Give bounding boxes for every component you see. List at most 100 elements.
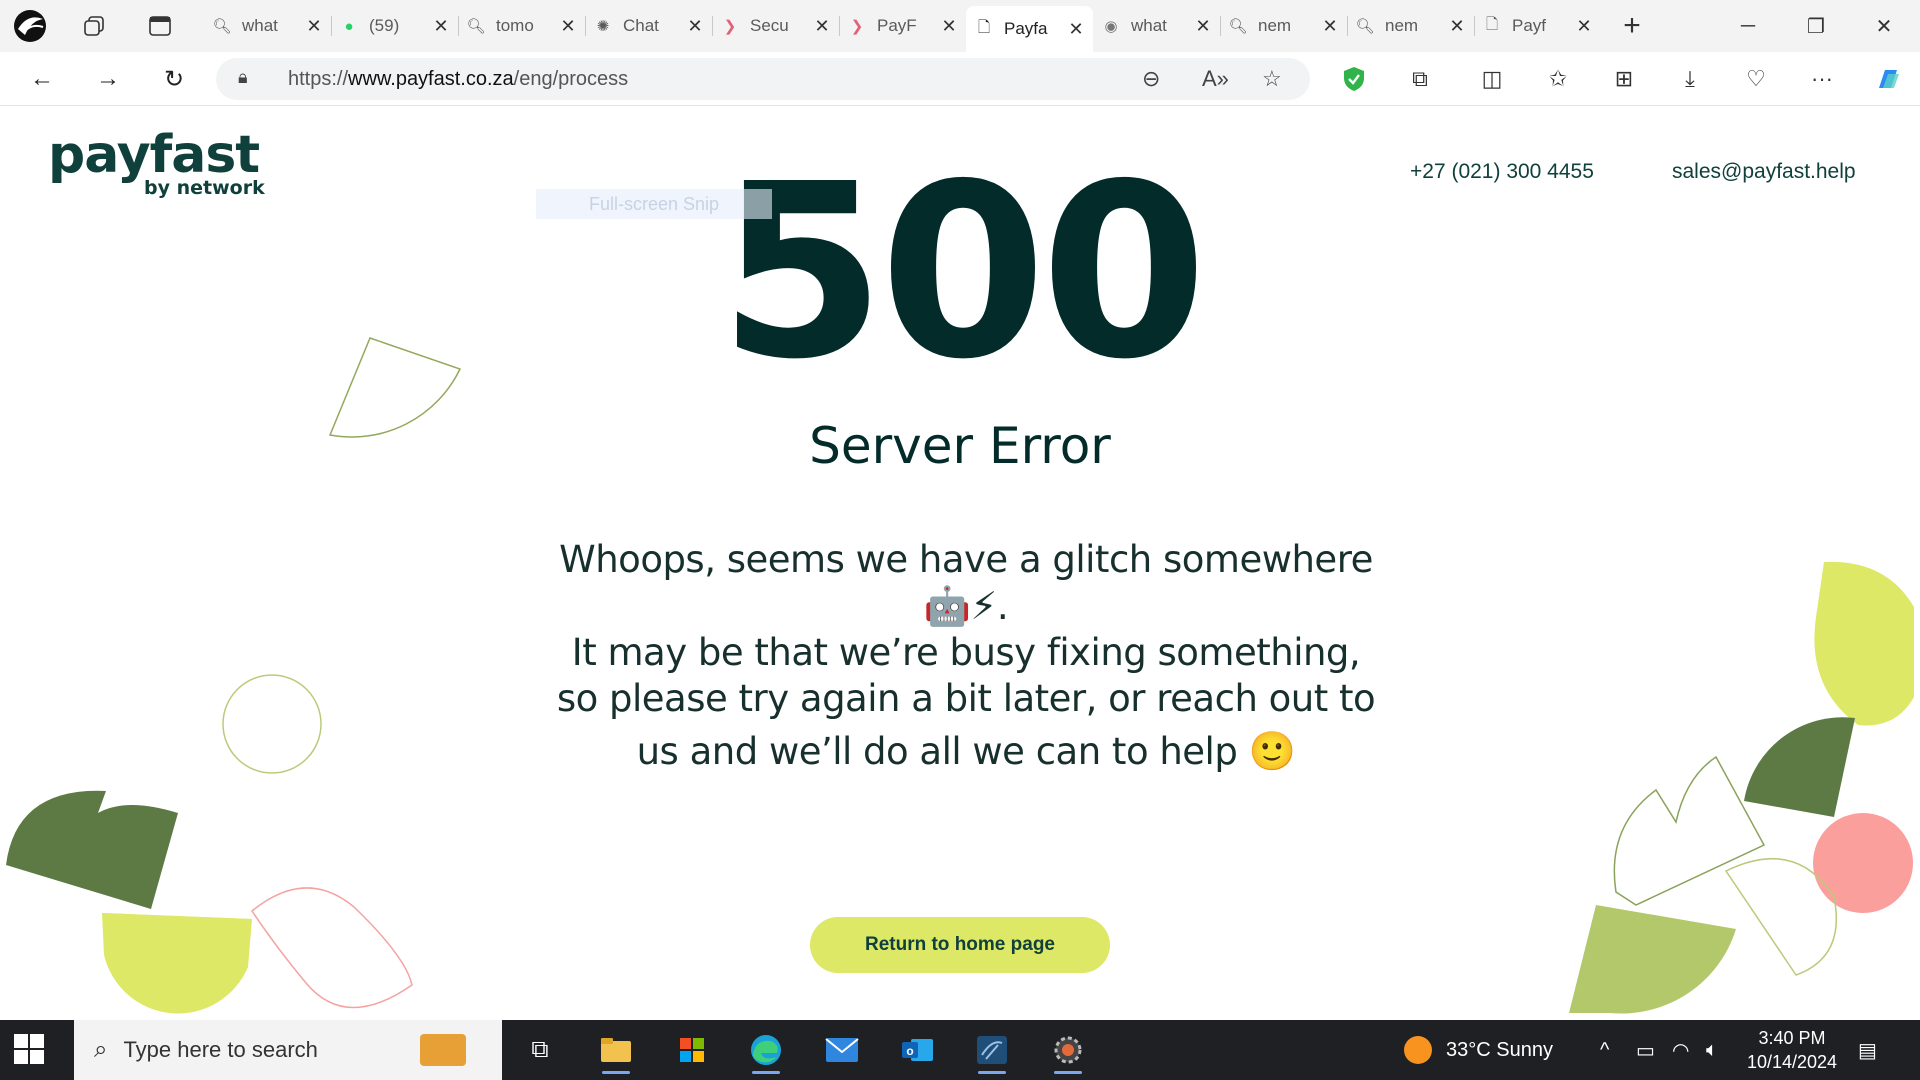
task-view-icon[interactable]: ⧉ bbox=[508, 1026, 572, 1074]
tab-title: what bbox=[242, 16, 278, 35]
refresh-button[interactable]: ↻ bbox=[154, 59, 194, 99]
taskbar-search-box[interactable]: ⌕ Type here to search bbox=[74, 1020, 502, 1080]
workspaces-icon[interactable] bbox=[72, 6, 116, 46]
microsoft-store-icon[interactable] bbox=[660, 1026, 724, 1074]
chevron-icon: ❯ bbox=[723, 18, 737, 35]
lock-icon[interactable]: 🔒︎ bbox=[238, 67, 248, 88]
browser-essentials-icon[interactable]: ♡ bbox=[1736, 59, 1776, 99]
downloads-icon[interactable]: ⤓ bbox=[1670, 59, 1710, 99]
close-tab-icon[interactable]: ✕ bbox=[1448, 16, 1466, 37]
search-icon: 🔍︎ bbox=[1228, 18, 1248, 35]
search-placeholder: Type here to search bbox=[123, 1037, 318, 1062]
close-tab-icon[interactable]: ✕ bbox=[559, 16, 577, 37]
windows-start-icon[interactable] bbox=[14, 1034, 46, 1066]
tab[interactable]: ❯ Secu ✕ bbox=[712, 6, 839, 46]
tab[interactable]: ◉ what ✕ bbox=[1093, 6, 1220, 46]
close-tab-icon[interactable]: ✕ bbox=[686, 16, 704, 37]
browser-toolbar: ← → ↻ 🔒︎ https://www.payfast.co.za/eng/p… bbox=[0, 52, 1920, 106]
url-prefix: https:// bbox=[288, 68, 349, 90]
wifi-icon[interactable]: ◠ bbox=[1672, 1020, 1689, 1080]
tab[interactable]: 🔍︎ tomo ✕ bbox=[458, 6, 585, 46]
forward-button[interactable]: → bbox=[88, 59, 128, 99]
tab-title: nem bbox=[1385, 16, 1419, 35]
lime-leaf-shape bbox=[1814, 561, 1914, 726]
close-tab-icon[interactable]: ✕ bbox=[305, 16, 323, 37]
volume-icon[interactable]: 🔈︎ bbox=[1706, 1020, 1718, 1080]
battery-icon[interactable]: ▭ bbox=[1636, 1020, 1655, 1080]
weather-widget[interactable]: 33°C Sunny bbox=[1404, 1020, 1553, 1080]
tab-title: tomo bbox=[496, 16, 534, 35]
edge-browser-icon[interactable] bbox=[734, 1026, 798, 1074]
app-icon[interactable] bbox=[960, 1026, 1024, 1074]
system-clock[interactable]: 3:40 PM 10/14/2024 bbox=[1736, 1026, 1848, 1074]
read-aloud-icon[interactable]: A» bbox=[1202, 66, 1229, 92]
shield-extension-icon[interactable] bbox=[1334, 59, 1374, 99]
zoom-icon[interactable]: ⊖ bbox=[1142, 66, 1160, 92]
mail-icon[interactable] bbox=[810, 1026, 874, 1074]
close-tab-icon[interactable]: ✕ bbox=[940, 16, 958, 37]
favorites-icon[interactable]: ✩ bbox=[1538, 59, 1578, 99]
close-tab-icon[interactable]: ✕ bbox=[1067, 19, 1085, 40]
favorite-star-icon[interactable]: ☆ bbox=[1262, 66, 1282, 92]
tab-title: (59) bbox=[369, 16, 400, 35]
outlook-icon[interactable]: o bbox=[886, 1026, 950, 1074]
moss-leaf-shape bbox=[6, 790, 178, 909]
file-explorer-icon[interactable] bbox=[584, 1026, 648, 1074]
sage-quarter-shape bbox=[1569, 905, 1736, 1014]
tab[interactable]: ✺ Chat ✕ bbox=[585, 6, 712, 46]
extensions-icon[interactable]: ⧉ bbox=[1400, 59, 1440, 99]
briefcase-icon bbox=[420, 1034, 466, 1066]
minimize-button[interactable]: ─ bbox=[1720, 0, 1776, 52]
tab-title: Secu bbox=[750, 16, 789, 35]
tab-active[interactable]: 🗋 Payfa ✕ bbox=[966, 6, 1093, 52]
search-icon: 🔍︎ bbox=[212, 18, 232, 35]
message-line: It may be that we’re busy fixing somethi… bbox=[571, 631, 1361, 674]
restore-button[interactable]: ❐ bbox=[1788, 0, 1844, 52]
clock-date: 10/14/2024 bbox=[1746, 1052, 1838, 1072]
profile-icon[interactable] bbox=[8, 6, 52, 46]
message-line-text: us and we’ll do all we can to help bbox=[636, 730, 1238, 773]
page-icon: 🗋 bbox=[977, 18, 991, 36]
vertical-tabs-icon[interactable] bbox=[138, 6, 182, 46]
tab-title: what bbox=[1131, 16, 1167, 35]
url-text[interactable]: https://www.payfast.co.za/eng/process bbox=[288, 68, 628, 91]
tab[interactable]: 🔍︎ nem ✕ bbox=[1220, 6, 1347, 46]
copilot-icon[interactable] bbox=[1868, 59, 1908, 99]
settings-menu-icon[interactable]: ··· bbox=[1802, 59, 1842, 99]
new-tab-button[interactable]: + bbox=[1607, 6, 1657, 46]
robot-lightning-icon: 🤖⚡. bbox=[923, 584, 1009, 628]
close-tab-icon[interactable]: ✕ bbox=[432, 16, 450, 37]
error-page: payfast by network +27 (021) 300 4455 sa… bbox=[6, 107, 1914, 1019]
tab[interactable]: 🗋 Payf ✕ bbox=[1474, 6, 1601, 46]
error-code: 500 bbox=[718, 132, 1208, 412]
back-button[interactable]: ← bbox=[22, 59, 62, 99]
tab[interactable]: 🔍︎ nem ✕ bbox=[1347, 6, 1474, 46]
return-home-button[interactable]: Return to home page bbox=[810, 917, 1110, 973]
close-tab-icon[interactable]: ✕ bbox=[1321, 16, 1339, 37]
split-screen-icon[interactable]: ◫ bbox=[1472, 59, 1512, 99]
clock-time: 3:40 PM bbox=[1758, 1028, 1826, 1048]
show-hidden-icons[interactable]: ^ bbox=[1600, 1020, 1609, 1080]
close-tab-icon[interactable]: ✕ bbox=[1194, 16, 1212, 37]
collections-icon[interactable]: ⊞ bbox=[1604, 59, 1644, 99]
message-emoji: 🤖⚡. bbox=[546, 583, 1386, 630]
outline-shape-right bbox=[1613, 755, 1766, 906]
pink-circle-shape bbox=[1813, 813, 1913, 913]
close-tab-icon[interactable]: ✕ bbox=[813, 16, 831, 37]
outline-circle-shape bbox=[222, 674, 322, 774]
address-bar[interactable]: 🔒︎ https://www.payfast.co.za/eng/process… bbox=[216, 58, 1310, 100]
url-path: /eng/process bbox=[513, 68, 629, 90]
tab[interactable]: ● (59) ✕ bbox=[331, 6, 458, 46]
tab[interactable]: ❯ PayF ✕ bbox=[839, 6, 966, 46]
message-line: us and we’ll do all we can to help 🙂 bbox=[546, 728, 1386, 775]
moss-quarter-shape bbox=[1744, 717, 1855, 817]
chevron-icon: ❯ bbox=[850, 18, 864, 35]
settings-gear-icon[interactable] bbox=[1036, 1026, 1100, 1074]
close-window-button[interactable]: ✕ bbox=[1856, 0, 1912, 52]
close-tab-icon[interactable]: ✕ bbox=[1575, 16, 1593, 37]
svg-text:o: o bbox=[906, 1044, 913, 1058]
tab[interactable]: 🔍︎ what ✕ bbox=[204, 6, 331, 46]
browser-tab-strip: 🔍︎ what ✕ ● (59) ✕ 🔍︎ tomo ✕ ✺ Chat ✕ ❯ Secu ✕ ❯ Pa… bbox=[0, 0, 1920, 52]
notifications-icon[interactable]: ▤ bbox=[1858, 1020, 1877, 1080]
page-icon: 🗋 bbox=[1485, 15, 1499, 33]
